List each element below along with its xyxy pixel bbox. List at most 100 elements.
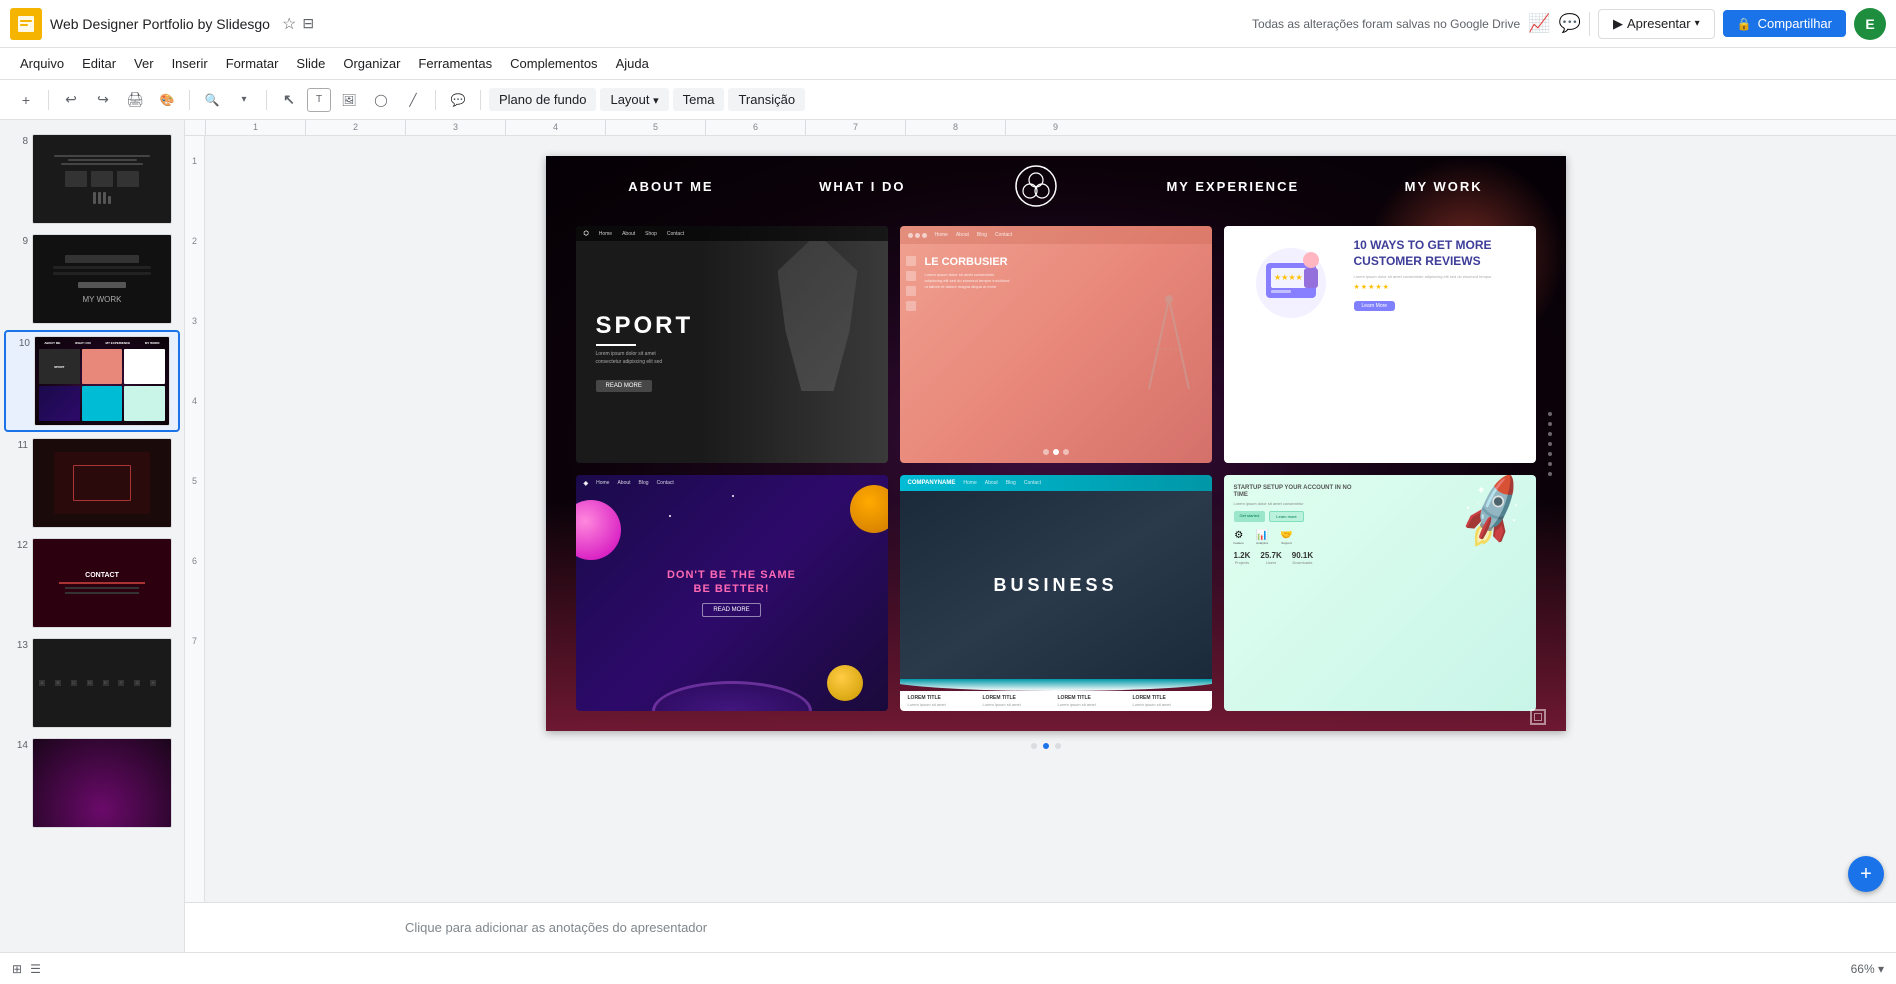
sport-logo: ⬡ (584, 230, 589, 237)
thumb-line (61, 163, 144, 165)
add-floating-button[interactable]: + (1848, 856, 1884, 892)
canvas-area: 1 2 3 4 5 6 7 8 9 1 2 3 4 5 6 7 (185, 120, 1896, 952)
sport-nav-home: Home (599, 231, 612, 237)
star-dot2 (669, 515, 671, 517)
slide-thumb-9[interactable]: 9 MY WORK (4, 230, 180, 328)
slide-thumb-12[interactable]: 12 CONTACT (4, 534, 180, 632)
textbox-button[interactable]: T (307, 88, 331, 112)
star-icon[interactable]: ☆ (282, 14, 296, 34)
lc-nav-contact: Contact (995, 232, 1012, 238)
activity-icon[interactable]: 📈 (1528, 13, 1550, 34)
inner-square-icon (1534, 713, 1542, 721)
layout-button[interactable]: Layout ▾ (600, 88, 668, 111)
canvas-nav-dots (1031, 739, 1061, 753)
app-icon[interactable] (10, 8, 42, 40)
lc-nav-blog: Blog (977, 232, 987, 238)
star5: ★ (1383, 283, 1389, 291)
menu-slide[interactable]: Slide (288, 52, 333, 75)
ruler-mark-1: 1 (205, 120, 305, 136)
image-button[interactable]: 🖼 (335, 86, 363, 114)
slide-thumb-8[interactable]: 8 (4, 130, 180, 228)
slide-number-14: 14 (12, 740, 28, 751)
folder-icon[interactable]: ⊟ (302, 15, 314, 32)
lc-sidebar-icon1 (906, 256, 916, 266)
biz-logo: COMPANYNAME (908, 480, 956, 486)
chevron-down-icon: ▾ (1695, 18, 1700, 29)
startup-stat3: 90.1K Downloads (1292, 551, 1313, 565)
menu-ajuda[interactable]: Ajuda (608, 52, 657, 75)
paintformat-button[interactable]: 🎨 (153, 86, 181, 114)
avatar[interactable]: E (1854, 8, 1886, 40)
menu-ver[interactable]: Ver (126, 52, 162, 75)
svg-text:★★★★: ★★★★ (1274, 273, 1303, 282)
shapes-button[interactable]: ◯ (367, 86, 395, 114)
add-button[interactable]: + (12, 86, 40, 114)
ways-illustration: ★★★★ (1236, 238, 1346, 328)
chat-icon[interactable]: 💬 (1559, 13, 1581, 34)
menu-inserir[interactable]: Inserir (164, 52, 216, 75)
biz-col4: LOREM TITLE Lorem ipsum sit amet (1133, 695, 1204, 707)
menu-editar[interactable]: Editar (74, 52, 124, 75)
grid-10ways: ★★★★ 10 WA (1224, 226, 1536, 463)
notes-area[interactable]: Clique para adicionar as anotações do ap… (185, 902, 1896, 952)
toolbar: + ↩ ↪ 🖨 🎨 🔍 ▾ ↖ T 🖼 ◯ ╱ 💬 Plano de fundo… (0, 80, 1896, 120)
redo-button[interactable]: ↪ (89, 86, 117, 114)
share-button[interactable]: 🔒 Compartilhar (1723, 10, 1846, 37)
menu-complementos[interactable]: Complementos (502, 52, 605, 75)
ruler-mark-4: 4 (505, 120, 605, 136)
nav-my-work: MY WORK (1405, 179, 1483, 194)
ways-text: 10 WAYS TO GET MORE CUSTOMER REVIEWS Lor… (1354, 238, 1524, 312)
slide-preview-8 (32, 134, 172, 224)
ways-svg: ★★★★ (1236, 238, 1346, 328)
line-button[interactable]: ╱ (399, 86, 427, 114)
startup-stat1-num: 1.2K (1234, 551, 1251, 560)
main-content: 8 (0, 120, 1896, 952)
canvas-scroll[interactable]: ABOUT ME WHAT I DO (185, 136, 1896, 902)
slide-panel[interactable]: 8 (0, 120, 185, 952)
lc-sidebar-icon2 (906, 271, 916, 281)
menu-arquivo[interactable]: Arquivo (12, 52, 72, 75)
transition-button[interactable]: Transição (728, 88, 805, 111)
thumb-line (68, 159, 137, 161)
slide-nav: ABOUT ME WHAT I DO (546, 156, 1566, 216)
menu-ferramentas[interactable]: Ferramentas (410, 52, 500, 75)
undo-button[interactable]: ↩ (57, 86, 85, 114)
zoom-level[interactable]: 66% ▾ (1851, 962, 1884, 976)
print-button[interactable]: 🖨 (121, 86, 149, 114)
slide-thumb-13[interactable]: 13 A B C D E F G H (4, 634, 180, 732)
slide-preview-9: MY WORK (32, 234, 172, 324)
grid-view-button[interactable]: ⊞ (12, 962, 22, 976)
lc-content: LE CORBUSIER Lorem ipsum dolor sit amet … (925, 256, 1132, 443)
select-button[interactable]: ↖ (275, 86, 303, 114)
menu-organizar[interactable]: Organizar (335, 52, 408, 75)
biz-nav-contact: Contact (1024, 480, 1041, 486)
slide-canvas[interactable]: ABOUT ME WHAT I DO (546, 156, 1566, 731)
zoom-dropdown[interactable]: ▾ (230, 86, 258, 114)
grid-space: ◈ Home About Blog Contact (576, 475, 888, 712)
list-view-button[interactable]: ☰ (30, 962, 41, 976)
theme-button[interactable]: Tema (673, 88, 725, 111)
background-button[interactable]: Plano de fundo (489, 88, 596, 111)
startup-stat2: 25.7K Users (1260, 551, 1281, 565)
slide-thumb-10[interactable]: 10 ABOUT ME WHAT I DO MY EXPERIENCE MY W… (4, 330, 180, 432)
ways-title: 10 WAYS TO GET MORE CUSTOMER REVIEWS (1354, 238, 1524, 269)
grid-startup: STARTUP SETUP YOUR ACCOUNT IN NO TIME Lo… (1224, 475, 1536, 712)
biz-col1-title: LOREM TITLE (908, 695, 979, 701)
slide-thumb-11[interactable]: 11 (4, 434, 180, 532)
biz-col3-text: Lorem ipsum sit amet (1058, 702, 1129, 707)
startup-icon2: 📊 Analytics (1256, 530, 1268, 545)
zoom-button[interactable]: 🔍 (198, 86, 226, 114)
startup-title: STARTUP SETUP YOUR ACCOUNT IN NO TIME (1234, 485, 1354, 501)
space-nav-home: Home (596, 480, 609, 486)
menu-formatar[interactable]: Formatar (218, 52, 287, 75)
biz-col2-title: LOREM TITLE (983, 695, 1054, 701)
ways-desc: Lorem ipsum dolor sit amet consectetur a… (1354, 274, 1524, 280)
notes-placeholder[interactable]: Clique para adicionar as anotações do ap… (405, 920, 707, 935)
present-button[interactable]: ▶ Apresentar ▾ (1598, 9, 1715, 39)
ruler-mark-6: 6 (705, 120, 805, 136)
slide-thumb-14[interactable]: 14 (4, 734, 180, 832)
comment-button[interactable]: 💬 (444, 86, 472, 114)
slide-number-8: 8 (12, 136, 28, 147)
sport-nav-shop: Shop (645, 231, 657, 237)
startup-stat1: 1.2K Projects (1234, 551, 1251, 565)
